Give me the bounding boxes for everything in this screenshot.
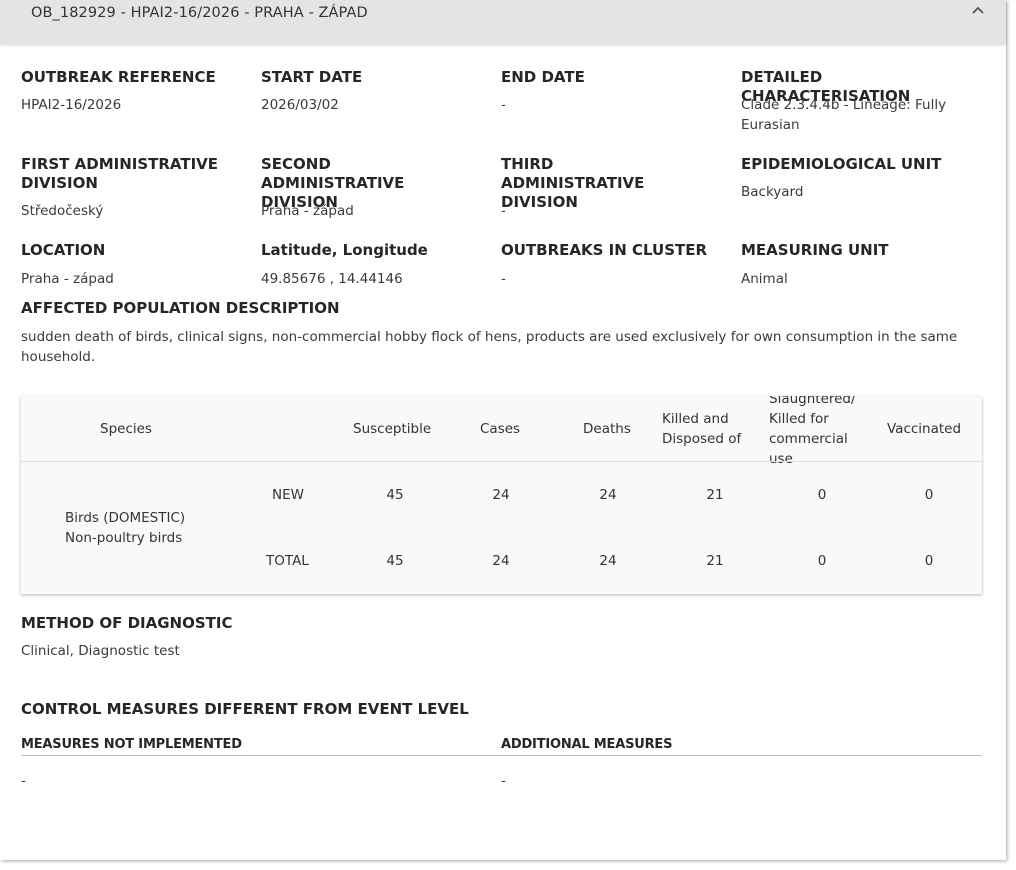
header-divider — [21, 461, 982, 462]
control-measures-title: CONTROL MEASURES DIFFERENT FROM EVENT LE… — [21, 700, 469, 718]
chevron-up-icon[interactable] — [969, 3, 987, 17]
total-killed: 21 — [706, 553, 724, 569]
method-of-diagnostic-value: Clinical, Diagnostic test — [21, 643, 180, 659]
lat-long-label: Latitude, Longitude — [261, 241, 428, 259]
third-admin-division-label: THIRD ADMINISTRATIVE DIVISION — [501, 155, 645, 211]
total-deaths: 24 — [599, 553, 617, 569]
location-value: Praha - západ — [21, 271, 114, 287]
total-slaughtered: 0 — [817, 553, 827, 569]
start-date-value: 2026/03/02 — [261, 97, 339, 113]
total-cases: 24 — [492, 553, 510, 569]
outbreak-reference-value: HPAI2-16/2026 — [21, 97, 122, 113]
new-slaughtered: 0 — [817, 487, 827, 503]
outbreaks-in-cluster-label: OUTBREAKS IN CLUSTER — [501, 241, 708, 259]
additional-measures-label: ADDITIONAL MEASURES — [501, 737, 673, 752]
additional-measures-value: - — [501, 773, 506, 789]
header-slaughtered: Slaughtered/ Killed for commercial use — [769, 396, 856, 467]
species-table: Species Susceptible Cases Deaths Killed … — [21, 396, 982, 594]
new-cases: 24 — [492, 487, 510, 503]
end-date-label: END DATE — [501, 68, 585, 86]
header-susceptible: Susceptible — [353, 421, 432, 437]
measuring-unit-label: MEASURING UNIT — [741, 241, 889, 259]
affected-population-text: sudden death of birds, clinical signs, n… — [21, 329, 958, 365]
header-species: Species — [100, 421, 152, 437]
measures-not-implemented-value: - — [21, 773, 26, 789]
first-admin-division-label: FIRST ADMINISTRATIVE DIVISION — [21, 155, 219, 192]
start-date-label: START DATE — [261, 68, 363, 86]
measures-not-implemented-label: MEASURES NOT IMPLEMENTED — [21, 737, 242, 752]
new-susceptible: 45 — [386, 487, 404, 503]
species-name: Birds (DOMESTIC) Non-poultry birds — [65, 510, 186, 546]
second-admin-division-value: Praha - západ — [261, 203, 354, 219]
header-deaths: Deaths — [583, 421, 631, 437]
new-killed: 21 — [706, 487, 724, 503]
new-deaths: 24 — [599, 487, 617, 503]
epidemiological-unit-label: EPIDEMIOLOGICAL UNIT — [741, 155, 942, 173]
header-cases: Cases — [480, 421, 521, 437]
lat-long-value: 49.85676 , 14.44146 — [261, 271, 403, 287]
header-killed: Killed and Disposed of — [662, 411, 742, 447]
location-label: LOCATION — [21, 241, 106, 259]
affected-population-label: AFFECTED POPULATION DESCRIPTION — [21, 299, 340, 317]
header-vaccinated: Vaccinated — [887, 421, 962, 437]
total-vaccinated: 0 — [924, 553, 934, 569]
third-admin-division-value: - — [501, 203, 506, 219]
new-vaccinated: 0 — [924, 487, 934, 503]
measuring-unit-value: Animal — [741, 271, 788, 287]
row-type-new: NEW — [272, 487, 304, 503]
panel-title: OB_182929 - HPAI2-16/2026 - PRAHA - ZÁPA… — [31, 5, 368, 21]
method-of-diagnostic-label: METHOD OF DIAGNOSTIC — [21, 614, 233, 632]
first-admin-division-value: Středočeský — [21, 203, 104, 219]
panel-header[interactable]: OB_182929 - HPAI2-16/2026 - PRAHA - ZÁPA… — [0, 0, 1006, 44]
row-type-total: TOTAL — [266, 553, 309, 569]
total-susceptible: 45 — [386, 553, 404, 569]
detailed-characterisation-value: Clade 2.3.4.4b - Lineage: Fully Eurasian — [741, 97, 947, 133]
additional-measures-divider — [501, 755, 982, 756]
outbreaks-in-cluster-value: - — [501, 271, 506, 287]
measures-not-implemented-divider — [21, 755, 501, 756]
end-date-value: - — [501, 97, 506, 113]
epidemiological-unit-value: Backyard — [741, 184, 804, 200]
outbreak-panel: OB_182929 - HPAI2-16/2026 - PRAHA - ZÁPA… — [0, 0, 1006, 860]
outbreak-reference-label: OUTBREAK REFERENCE — [21, 68, 216, 86]
